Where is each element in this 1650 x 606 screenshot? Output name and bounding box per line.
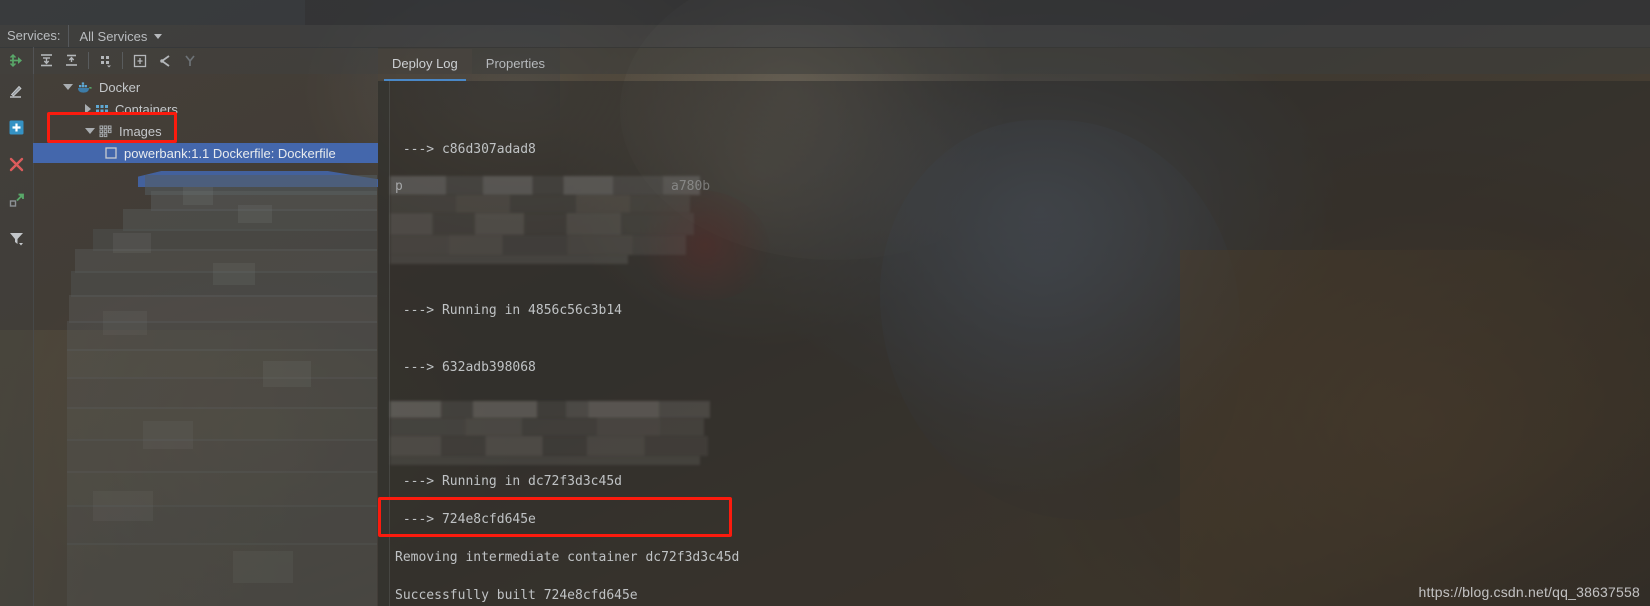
redacted-tree-region — [33, 171, 378, 606]
redacted-log-block — [390, 195, 690, 213]
toolbar-separator — [122, 52, 123, 69]
tab-deploy-log[interactable]: Deploy Log — [378, 49, 472, 81]
tree-node-label: Images — [119, 123, 162, 139]
log-line: ---> Running in 4856c56c3b14 — [395, 303, 622, 318]
filter-icon[interactable] — [4, 225, 30, 251]
toolbar-separator — [88, 52, 89, 69]
images-grid-icon — [99, 124, 113, 138]
attach-icon[interactable] — [152, 49, 177, 73]
log-lines: ---> c86d307adad8 p a780b ---> Running i… — [390, 81, 1650, 606]
docker-whale-icon — [77, 80, 93, 94]
services-bar: Services: All Services — [0, 25, 1650, 48]
tree-node-containers[interactable]: Containers — [33, 99, 378, 119]
log-line: ---> 724e8cfd645e — [395, 512, 536, 527]
ide-services-window: Services: All Services Docker Containers… — [0, 0, 1650, 606]
containers-grid-icon — [95, 102, 109, 116]
chevron-down-icon — [154, 33, 163, 39]
tree-node-label: powerbank:1.1 Dockerfile: Dockerfile — [124, 145, 336, 161]
deploy-content-area: Deploy Log Properties ---> c86d307adad8 … — [378, 47, 1650, 606]
redacted-log-block — [390, 456, 700, 465]
tree-node-label: Containers — [115, 101, 178, 117]
collapse-all-icon[interactable] — [59, 49, 84, 73]
services-label: Services: — [0, 25, 70, 47]
connect-icon[interactable] — [8, 52, 25, 69]
log-line: Removing intermediate container dc72f3d3… — [395, 550, 740, 565]
edit-configuration-icon[interactable] — [4, 77, 30, 103]
chevron-down-icon[interactable] — [63, 84, 73, 90]
redacted-log-block — [390, 213, 694, 235]
redacted-log-block — [390, 235, 686, 255]
deploy-log-panel[interactable]: ---> c86d307adad8 p a780b ---> Running i… — [378, 81, 1650, 606]
remove-icon[interactable] — [4, 151, 30, 177]
redacted-log-block — [390, 176, 700, 195]
redacted-log-block — [390, 436, 708, 456]
chevron-down-icon[interactable] — [85, 128, 95, 134]
expand-window-icon[interactable] — [4, 188, 30, 214]
tab-properties[interactable]: Properties — [472, 49, 559, 81]
window-top-strip — [0, 0, 1650, 25]
services-scope-dropdown[interactable]: All Services — [69, 25, 172, 47]
watermark: https://blog.csdn.net/qq_38637558 — [1418, 584, 1640, 600]
show-log-icon[interactable] — [127, 49, 152, 73]
tree-node-docker[interactable]: Docker — [33, 77, 378, 97]
branch-icon[interactable] — [177, 49, 202, 73]
log-line-successfully-built: Successfully built 724e8cfd645e — [395, 588, 638, 603]
editor-tab-slab — [0, 0, 305, 25]
toolbar-button-group — [34, 47, 202, 74]
log-line-partial: p — [395, 179, 403, 194]
services-tree: Docker Containers Images powerbank:1.1 D… — [33, 74, 378, 606]
redacted-log-block — [390, 401, 710, 418]
add-icon[interactable] — [4, 114, 30, 140]
log-line: ---> Running in dc72f3d3c45d — [395, 474, 622, 489]
group-by-icon[interactable] — [93, 49, 118, 73]
redacted-log-block — [390, 255, 628, 264]
tree-node-powerbank-image[interactable]: powerbank:1.1 Dockerfile: Dockerfile — [33, 143, 378, 163]
log-line-partial: a780b — [671, 179, 711, 194]
content-tabs: Deploy Log Properties — [378, 47, 1650, 81]
image-square-icon — [105, 147, 117, 159]
toolbar-connect-cell — [0, 47, 34, 74]
services-scope-value: All Services — [79, 28, 148, 44]
log-gutter — [378, 81, 390, 606]
tree-node-images[interactable]: Images — [33, 121, 378, 141]
redacted-log-block — [390, 418, 704, 436]
expand-all-icon[interactable] — [34, 49, 59, 73]
chevron-right-icon[interactable] — [85, 104, 91, 114]
log-line: ---> 632adb398068 — [395, 360, 536, 375]
log-line: ---> c86d307adad8 — [395, 142, 536, 157]
services-side-toolbar — [0, 74, 34, 606]
tree-node-label: Docker — [99, 79, 141, 95]
